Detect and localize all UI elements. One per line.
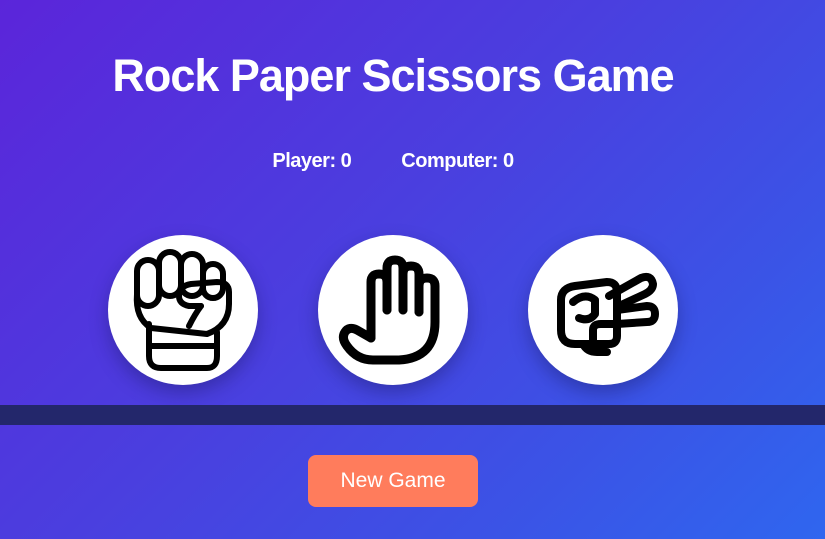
scissors-hand-icon [557,272,659,356]
player-score: Player: 0 [272,150,352,172]
open-hand-icon [338,255,440,365]
scoreboard: Player: 0 Computer: 0 [0,150,786,173]
fist-icon [133,249,232,371]
paper-button[interactable] [318,235,468,385]
computer-score: Computer: 0 [401,150,514,172]
new-game-button[interactable]: New Game [308,455,478,507]
rock-button[interactable] [108,235,258,385]
scissors-button[interactable] [528,235,678,385]
page-title: Rock Paper Scissors Game [112,50,674,101]
result-bar [0,405,825,425]
